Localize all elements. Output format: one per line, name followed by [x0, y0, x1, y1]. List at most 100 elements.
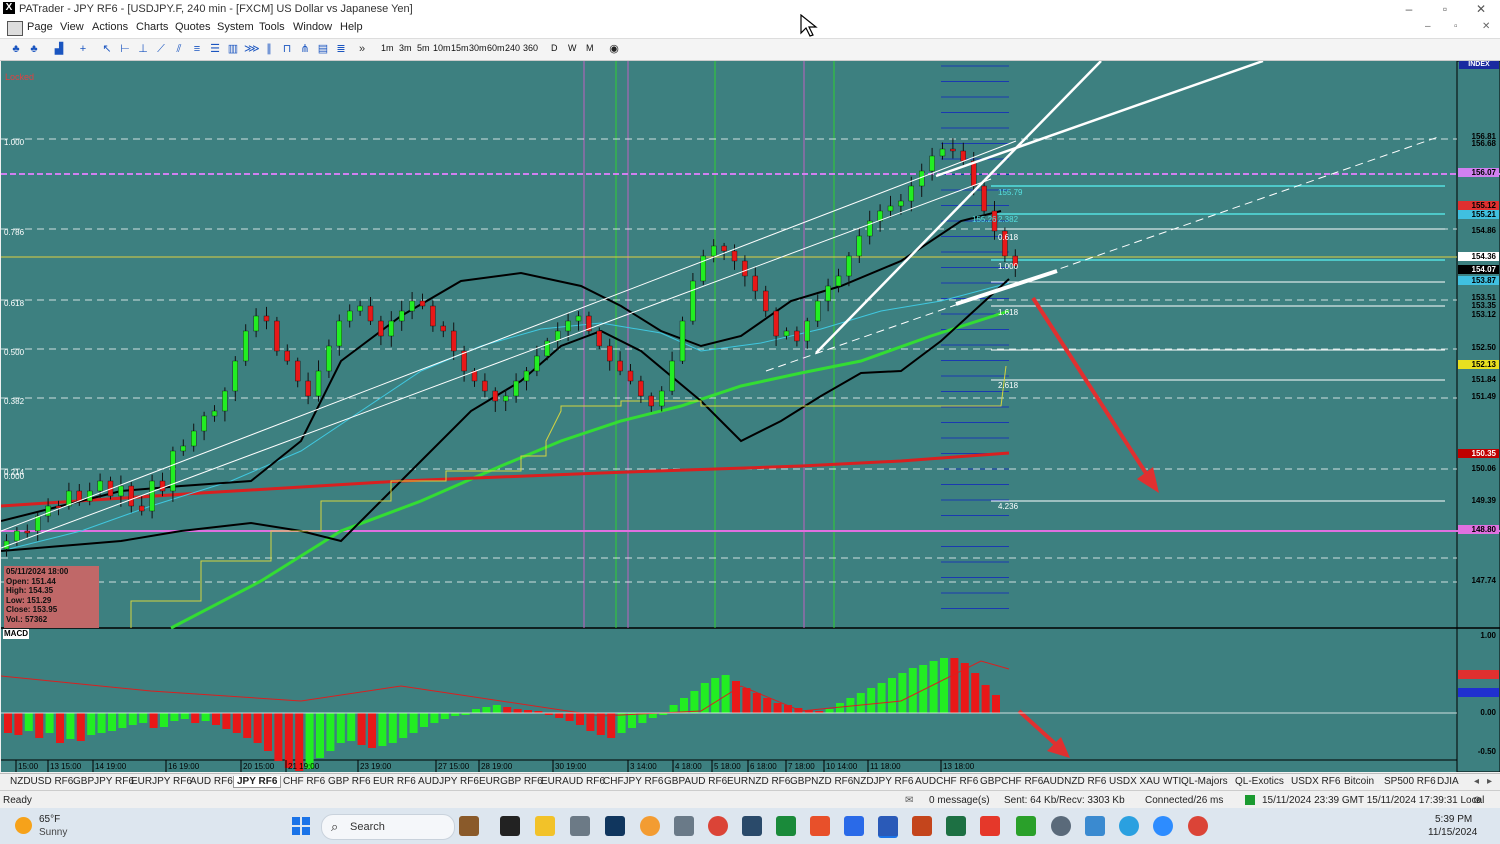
tf-360[interactable]: 360: [523, 43, 538, 53]
weather-sun-icon[interactable]: [15, 817, 32, 834]
mdi-restore-icon[interactable]: ▫: [1454, 21, 1458, 32]
fib-tool-icon[interactable]: ≡: [190, 42, 204, 56]
close-icon[interactable]: ✕: [1466, 1, 1496, 17]
weather-condition[interactable]: Sunny: [39, 827, 67, 838]
taskbar-s-red-icon[interactable]: [810, 816, 830, 836]
tab-usdx[interactable]: USDX RF6: [1291, 776, 1340, 787]
taskbar-folder-icon[interactable]: [535, 816, 555, 836]
tf-240[interactable]: 240: [505, 43, 520, 53]
tab-djia[interactable]: DJIA: [1437, 776, 1459, 787]
taskbar-calculator-icon[interactable]: [674, 816, 694, 836]
taskbar-telegram-icon[interactable]: [1119, 816, 1139, 836]
taskbar-clock-date[interactable]: 11/15/2024: [1428, 827, 1477, 838]
tf-30m[interactable]: 30m: [469, 43, 487, 53]
crosshair-icon[interactable]: +: [76, 42, 90, 56]
hline-tool-icon[interactable]: ⊢: [118, 42, 132, 56]
disconnect-icon[interactable]: ♣: [27, 42, 41, 56]
gann-tool-icon[interactable]: ▥: [226, 42, 240, 56]
taskbar-chart-app-icon[interactable]: [570, 816, 590, 836]
taskbar-terminal-icon[interactable]: [500, 816, 520, 836]
tab-eur[interactable]: EUR RF6: [373, 776, 416, 787]
taskbar-chrome-icon[interactable]: [708, 816, 728, 836]
page-icon[interactable]: [7, 21, 23, 36]
tf-10m[interactable]: 10m: [433, 43, 451, 53]
menu-page[interactable]: Page: [27, 21, 53, 33]
tf-60m[interactable]: 60m: [487, 43, 505, 53]
tab-usdx-xau-wti[interactable]: USDX XAU WTI: [1109, 776, 1181, 787]
menu-window[interactable]: Window: [293, 21, 332, 33]
minimize-icon[interactable]: –: [1394, 1, 1424, 17]
taskbar-ic-icon[interactable]: [605, 816, 625, 836]
fib-ext-tool-icon[interactable]: ☰: [208, 42, 222, 56]
tab-gbpnzd[interactable]: GBPNZD RF6: [790, 776, 853, 787]
taskbar-orange-app-icon[interactable]: [640, 816, 660, 836]
taskbar-briefcase-icon[interactable]: [459, 816, 479, 836]
tab-audnzd[interactable]: AUDNZD RF6: [1043, 776, 1106, 787]
pitchfork-tool-icon[interactable]: ⋔: [298, 42, 312, 56]
cursor-icon[interactable]: ↖: [100, 42, 114, 56]
box-tool-icon[interactable]: ▤: [316, 42, 330, 56]
menu-system[interactable]: System: [217, 21, 254, 33]
tab-gbpjpy[interactable]: GBPJPY RF6: [73, 776, 134, 787]
more-tools-icon[interactable]: »: [355, 42, 369, 56]
menu-view[interactable]: View: [60, 21, 84, 33]
menu-charts[interactable]: Charts: [136, 21, 168, 33]
trendline-tool-icon[interactable]: ⟋: [154, 42, 168, 56]
maximize-icon[interactable]: ▫: [1430, 1, 1460, 17]
tab-audjpy[interactable]: AUDJPY RF6: [418, 776, 479, 787]
tf-w[interactable]: W: [568, 43, 577, 53]
menu-tools[interactable]: Tools: [259, 21, 285, 33]
fan-tool-icon[interactable]: ⋙: [244, 42, 260, 56]
tf-m[interactable]: M: [586, 43, 594, 53]
connect-icon[interactable]: ♣: [9, 42, 23, 56]
chart-icon[interactable]: ▟: [52, 42, 66, 56]
tf-3m[interactable]: 3m: [399, 43, 412, 53]
tab-chfjpy[interactable]: CHFJPY RF6: [603, 776, 663, 787]
taskbar-excel-icon[interactable]: [946, 816, 966, 836]
taskbar-word-icon[interactable]: [878, 816, 898, 838]
taskbar-search-box[interactable]: ⌕ Search: [321, 814, 455, 840]
menu-actions[interactable]: Actions: [92, 21, 128, 33]
tab-scroll-right-icon[interactable]: ▸: [1487, 776, 1492, 787]
vline-tool-icon[interactable]: ⊥: [136, 42, 150, 56]
tab-gbpaud[interactable]: GBPAUD RF6: [664, 776, 727, 787]
mdi-minimize-icon[interactable]: –: [1425, 21, 1431, 32]
tf-5m[interactable]: 5m: [417, 43, 430, 53]
mdi-close-icon[interactable]: ✕: [1482, 21, 1490, 32]
tab-ql-majors[interactable]: QL-Majors: [1181, 776, 1228, 787]
tab-aud[interactable]: AUD RF6: [190, 776, 233, 787]
taskbar-app-icon[interactable]: [742, 816, 762, 836]
taskbar-zoom-icon[interactable]: [1153, 816, 1173, 836]
tab-nzdjpy[interactable]: NZDJPY RF6: [853, 776, 913, 787]
tf-15m[interactable]: 15m: [451, 43, 469, 53]
clock-icon[interactable]: ◉: [607, 42, 621, 56]
menu-quotes[interactable]: Quotes: [175, 21, 210, 33]
text-tool-icon[interactable]: ≣: [334, 42, 348, 56]
tab-chf[interactable]: CHF RF6: [283, 776, 325, 787]
chart-area[interactable]: 1.000 0.786 0.618 0.500 0.382 0.214 0.000 1.618…: [1, 61, 1500, 772]
tab-jpy-active[interactable]: JPY RF6: [233, 776, 282, 788]
cycle-tool-icon[interactable]: ∥: [262, 42, 276, 56]
price-chart[interactable]: 1.0000.7860.6180.5000.3820.2140.0001.618…: [1, 61, 1500, 772]
tab-bitcoin[interactable]: Bitcoin: [1344, 776, 1374, 787]
arc-tool-icon[interactable]: ⊓: [280, 42, 294, 56]
tab-gbp[interactable]: GBP RF6: [328, 776, 371, 787]
tab-gbpchf[interactable]: GBPCHF RF6: [980, 776, 1043, 787]
tab-sp500[interactable]: SP500 RF6: [1384, 776, 1436, 787]
tab-ql-exotics[interactable]: QL-Exotics: [1235, 776, 1284, 787]
taskbar-s-blue-icon[interactable]: [844, 816, 864, 836]
taskbar-settings-icon[interactable]: [1051, 816, 1071, 836]
status-messages[interactable]: 0 message(s): [929, 795, 990, 806]
start-windows-icon[interactable]: [292, 817, 310, 835]
tab-eurnzd[interactable]: EURNZD RF6: [727, 776, 790, 787]
tab-eurgbp[interactable]: EURGBP RF6: [479, 776, 543, 787]
channel-tool-icon[interactable]: ⫽: [172, 42, 186, 56]
tab-eurjpy[interactable]: EURJPY RF6: [131, 776, 192, 787]
taskbar-c-red-icon[interactable]: [980, 816, 1000, 836]
tf-1m[interactable]: 1m: [381, 43, 394, 53]
message-icon[interactable]: ✉: [905, 795, 913, 806]
tab-scroll-left-icon[interactable]: ◂: [1474, 776, 1479, 787]
menu-help[interactable]: Help: [340, 21, 363, 33]
compass-icon[interactable]: ⊛: [1473, 795, 1481, 806]
tab-euraud[interactable]: EURAUD RF6: [541, 776, 605, 787]
